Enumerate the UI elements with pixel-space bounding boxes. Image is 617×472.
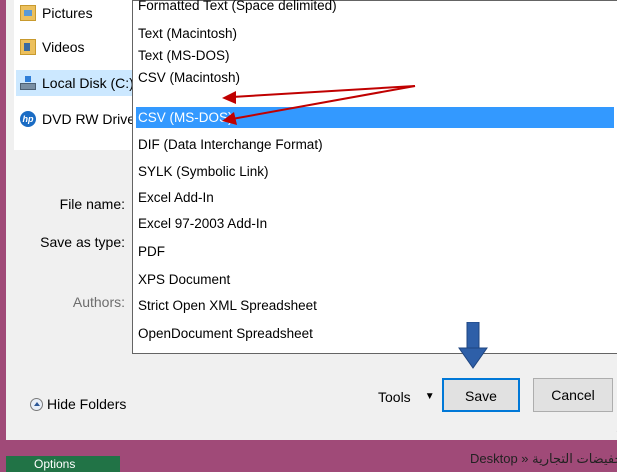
dropdown-option[interactable]: Excel 97-2003 Add-In <box>136 213 614 234</box>
dropdown-option[interactable]: CSV (Macintosh) <box>136 67 614 88</box>
local-disk-icon <box>20 75 36 91</box>
dropdown-option[interactable]: Text (Macintosh) <box>136 23 614 44</box>
dropdown-option-selected[interactable]: CSV (MS-DOS) <box>136 107 614 128</box>
dropdown-option[interactable]: PDF <box>136 241 614 262</box>
tools-menu-button[interactable]: Tools ▼ <box>378 386 435 408</box>
options-tab[interactable]: Options <box>6 456 120 472</box>
dropdown-option[interactable]: Text (MS-DOS) <box>136 45 614 66</box>
save-as-dialog: Pictures Videos Local Disk (C:) hp DVD R… <box>6 0 617 440</box>
nav-item-dvd-drive[interactable]: hp DVD RW Drive <box>20 106 135 132</box>
nav-item-label: Pictures <box>42 5 93 21</box>
dropdown-option[interactable]: OpenDocument Spreadsheet <box>136 323 614 344</box>
pictures-folder-icon <box>20 5 36 21</box>
nav-item-pictures[interactable]: Pictures <box>20 0 93 26</box>
nav-item-label: Videos <box>42 39 85 55</box>
dropdown-option[interactable]: Formatted Text (Space delimited) <box>136 0 614 16</box>
caret-down-icon: ▼ <box>424 391 435 402</box>
save-as-type-label: Save as type: <box>40 234 125 250</box>
breadcrumb: Desktop » والتخفيضات التجارية <box>470 451 617 466</box>
nav-item-videos[interactable]: Videos <box>20 34 85 60</box>
dropdown-option[interactable]: Strict Open XML Spreadsheet <box>136 295 614 316</box>
nav-item-label: Local Disk (C:) <box>42 75 134 91</box>
chevron-up-icon <box>30 397 43 411</box>
videos-folder-icon <box>20 39 36 55</box>
cancel-button[interactable]: Cancel <box>533 378 613 412</box>
hide-folders-button[interactable]: Hide Folders <box>30 396 126 412</box>
authors-label: Authors: <box>72 294 125 310</box>
nav-item-label: DVD RW Drive <box>42 111 136 127</box>
hide-folders-label: Hide Folders <box>47 396 127 412</box>
annotation-blue-arrow <box>458 322 488 369</box>
tools-label: Tools <box>378 389 411 405</box>
nav-item-local-disk[interactable]: Local Disk (C:) <box>16 70 138 96</box>
dvd-drive-icon: hp <box>20 111 36 127</box>
dropdown-option[interactable]: SYLK (Symbolic Link) <box>136 161 614 182</box>
dropdown-option[interactable]: DIF (Data Interchange Format) <box>136 134 614 155</box>
save-as-type-dropdown-list[interactable]: Formatted Text (Space delimited) Text (M… <box>132 0 617 354</box>
dropdown-option[interactable]: XPS Document <box>136 269 614 290</box>
save-button[interactable]: Save <box>442 378 520 412</box>
dropdown-option[interactable]: Excel Add-In <box>136 187 614 208</box>
file-name-label: File name: <box>59 196 125 212</box>
